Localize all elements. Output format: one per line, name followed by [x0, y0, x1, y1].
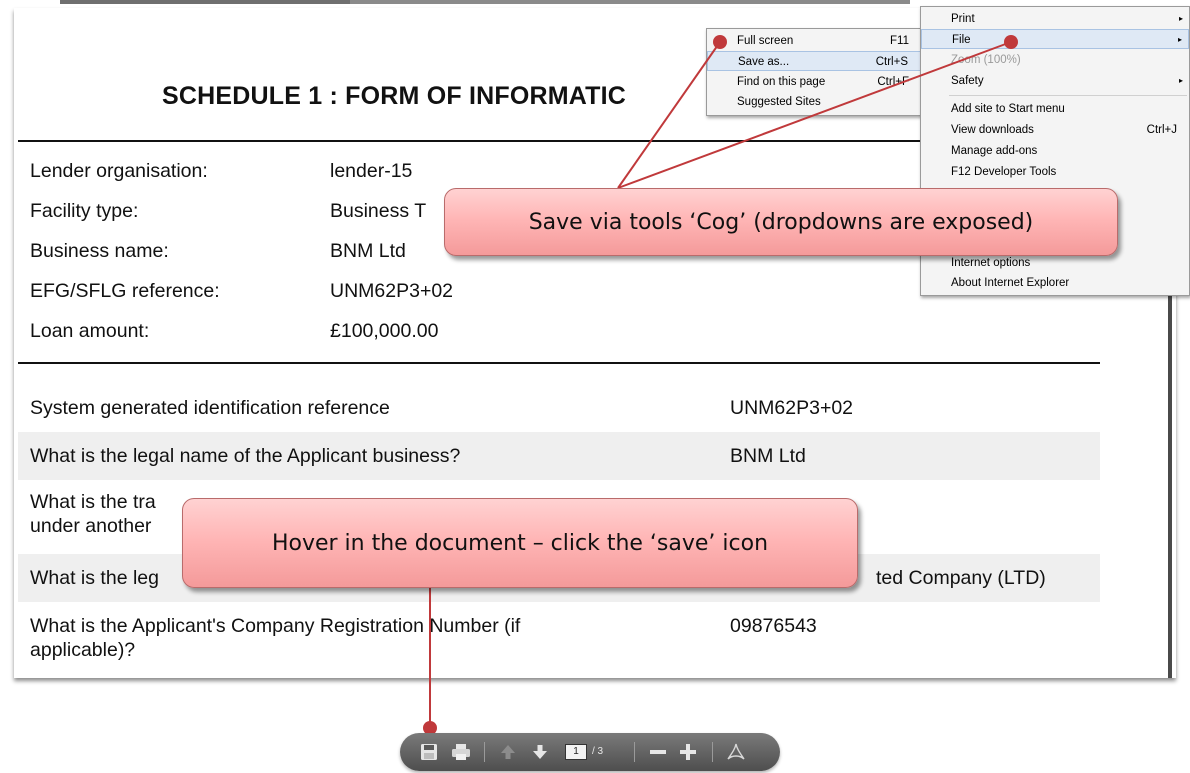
- print-icon: [452, 744, 470, 760]
- callout-pointers: [423, 35, 1018, 735]
- zoom-in-icon: [680, 744, 696, 760]
- pdf-toolbar: 1 / 3: [400, 733, 780, 771]
- pointer-line-file: [617, 41, 1012, 189]
- callout-cog: Save via tools ‘Cog’ (dropdowns are expo…: [444, 188, 1118, 256]
- open-in-acrobat-button[interactable]: [722, 733, 750, 771]
- acrobat-icon: [727, 743, 745, 760]
- page-number-input[interactable]: 1: [565, 744, 587, 760]
- page-total: / 3: [592, 746, 604, 757]
- pointer-line-save-as: [617, 41, 721, 189]
- toolbar-separator: [712, 742, 713, 762]
- toolbar-separator: [634, 742, 635, 762]
- zoom-out-icon: [650, 750, 666, 754]
- save-button[interactable]: [416, 733, 442, 771]
- next-page-button[interactable]: [528, 733, 552, 771]
- toolbar-separator: [484, 742, 485, 762]
- pointer-dot-file: [1004, 35, 1018, 49]
- next-page-icon: [533, 745, 547, 759]
- zoom-out-button[interactable]: [646, 733, 670, 771]
- zoom-in-button[interactable]: [676, 733, 700, 771]
- callout-save-icon: Hover in the document – click the ‘save’…: [182, 498, 858, 588]
- previous-page-button[interactable]: [496, 733, 520, 771]
- pointer-dot-save-as: [713, 35, 727, 49]
- print-button[interactable]: [448, 733, 474, 771]
- previous-page-icon: [501, 745, 515, 759]
- save-icon: [421, 744, 437, 760]
